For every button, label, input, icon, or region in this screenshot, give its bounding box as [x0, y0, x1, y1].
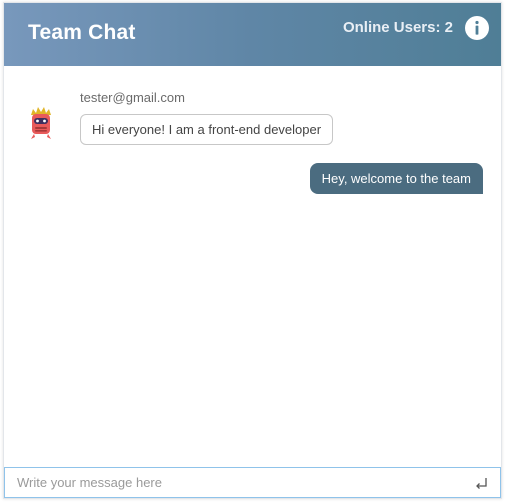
chat-window: Team Chat Online Users: 2 tester@gmail.c…: [3, 2, 502, 499]
online-users-count: Online Users: 2: [342, 19, 453, 36]
info-button[interactable]: [465, 16, 489, 40]
info-icon: [475, 20, 479, 35]
message-list: tester@gmail.com Hi everyone! I am a fro…: [4, 66, 501, 464]
enter-return-icon[interactable]: [474, 476, 488, 490]
chat-header: Team Chat Online Users: 2: [4, 3, 501, 66]
message-sender: tester@gmail.com: [80, 90, 185, 105]
message-input[interactable]: [5, 468, 465, 497]
chat-title: Team Chat: [28, 21, 136, 44]
incoming-message-bubble: Hi everyone! I am a front-end developer: [80, 114, 334, 145]
robot-monster-avatar-icon: [31, 107, 51, 139]
outgoing-message-bubble: Hey, welcome to the team: [309, 163, 483, 194]
message-composer: [4, 467, 501, 498]
